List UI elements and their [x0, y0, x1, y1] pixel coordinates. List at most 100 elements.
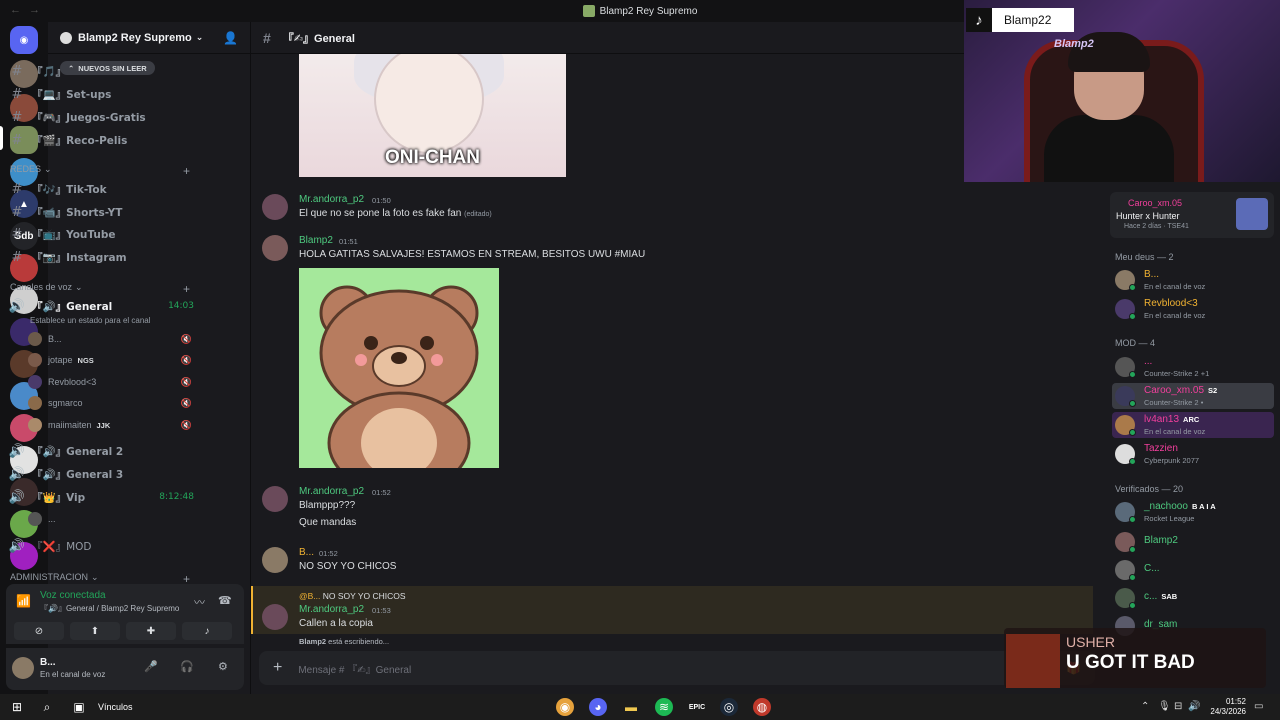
mic-muted-icon[interactable]: 🎤	[144, 660, 158, 673]
steam-icon[interactable]: ◎	[720, 698, 738, 716]
epic-games-icon[interactable]: EPIC	[688, 698, 706, 716]
screen-share-button[interactable]: ⬆	[70, 622, 120, 640]
voice-user[interactable]: sgmarco 🔇	[28, 394, 192, 412]
message-author[interactable]: Mr.andorra_p2	[299, 486, 364, 497]
soundboard-button[interactable]: ♪	[182, 622, 232, 640]
voice-user-name: sgmarco	[48, 398, 83, 408]
channel-shorts-yt[interactable]: # 『📹』Shorts-YT	[8, 202, 194, 222]
message-image-bear[interactable]	[299, 268, 499, 495]
member-row[interactable]: ... Counter-Strike 2 +1	[1112, 354, 1274, 380]
noise-suppression-icon[interactable]: 〰	[194, 594, 205, 610]
channel-reco-pelis[interactable]: # 『🎬』Reco-Pelis	[8, 130, 194, 150]
voice-channel-general[interactable]: 🔊 『🔊』General 14:03	[8, 296, 194, 316]
muted-icon: 🔇	[180, 397, 192, 408]
channel-youtube[interactable]: # 『📺』YouTube	[8, 224, 194, 244]
voice-user[interactable]: maiimaiten JJK 🔇	[28, 416, 192, 434]
member-name: Tazzien	[1144, 443, 1178, 454]
disconnect-icon[interactable]: ☎	[218, 594, 232, 607]
category-voice[interactable]: Canales de voz ⌄ +	[10, 282, 190, 296]
voice-user[interactable]: Revblood<3 🔇	[28, 373, 192, 391]
hash-icon: #	[11, 204, 23, 220]
member-row[interactable]: Blamp2	[1112, 529, 1274, 555]
voice-channel-path[interactable]: 『🔊』General / Blamp2 Rey Supremo	[40, 603, 179, 614]
channel-juegos-gratis[interactable]: # 『🎮』Juegos-Gratis	[8, 107, 194, 127]
gear-icon[interactable]: ⚙	[218, 660, 228, 673]
activities-button[interactable]: ✚	[126, 622, 176, 640]
avatar[interactable]	[262, 486, 288, 512]
add-channel-icon[interactable]: +	[183, 164, 190, 178]
spotify-icon[interactable]: ≋	[655, 698, 673, 716]
channel-music[interactable]: # 『🎵』	[8, 61, 194, 81]
task-view-icon[interactable]: ▣	[70, 698, 88, 716]
voice-user[interactable]: jotape NGS 🔇	[28, 351, 192, 369]
message-author[interactable]: Mr.andorra_p2	[299, 194, 364, 205]
attach-icon[interactable]: +	[273, 659, 282, 677]
track-title: U GOT IT BAD	[1066, 652, 1195, 673]
voice-user-name: Revblood<3	[48, 377, 97, 387]
network-icon[interactable]: ⊟	[1174, 701, 1182, 712]
reply-reference[interactable]: @B... NO SOY YO CHICOS	[299, 591, 406, 601]
search-icon[interactable]: ⌕	[38, 698, 56, 716]
online-dot	[1129, 458, 1136, 465]
message-author[interactable]: Mr.andorra_p2	[299, 604, 364, 615]
message-author[interactable]: B...	[299, 547, 314, 558]
camera-off-button[interactable]: ⊘	[14, 622, 64, 640]
nav-arrows[interactable]: ←→	[10, 4, 48, 16]
chevron-up-icon[interactable]: ⌃	[1141, 701, 1149, 712]
member-row[interactable]: Caroo_xm.05 S2 Counter-Strike 2 •	[1112, 383, 1274, 409]
voice-user[interactable]: B... 🔇	[28, 330, 192, 348]
voice-channel-general-2[interactable]: 🔊 『🔊』General 2	[8, 441, 194, 461]
member-name: Revblood<3	[1144, 298, 1198, 309]
windows-start-icon[interactable]: ⊞	[8, 698, 26, 716]
channel-instagram[interactable]: # 『📷』Instagram	[8, 247, 194, 267]
message-input[interactable]: + Mensaje # 『✍』General 🎁	[259, 651, 1095, 685]
voice-status[interactable]: Voz conectada	[40, 590, 106, 601]
activity-card[interactable]: Caroo_xm.05 Hunter x Hunter Hace 2 días …	[1110, 192, 1274, 238]
clan-tag: NGS	[77, 355, 94, 365]
avatar[interactable]	[12, 657, 34, 679]
channel-tiktok[interactable]: # 『🎶』Tik-Tok	[8, 179, 194, 199]
avatar[interactable]	[262, 235, 288, 261]
member-row[interactable]: c... SAB	[1112, 585, 1274, 611]
taskbar-links-label[interactable]: Vínculos	[98, 702, 133, 712]
file-explorer-icon[interactable]: ▬	[622, 698, 640, 716]
voice-channel-general-3[interactable]: 🔊 『🔊』General 3	[8, 464, 194, 484]
message-image-anime[interactable]: ONI-CHAN	[299, 54, 566, 177]
discord-home-icon[interactable]: ◉	[10, 26, 38, 54]
system-clock[interactable]: 01:52 24/3/2026	[1200, 697, 1246, 717]
notification-icon[interactable]: ▭	[1254, 701, 1263, 712]
volume-icon[interactable]: 🔊	[1188, 701, 1200, 712]
server-icon-small	[582, 5, 595, 17]
user-name[interactable]: B...	[40, 657, 56, 668]
member-row[interactable]: C...	[1112, 557, 1274, 583]
voice-channel-status[interactable]: Establece un estado para el canal	[30, 316, 151, 325]
tiktok-icon: ♪	[966, 8, 992, 32]
voice-channel-vip[interactable]: 🔊 『👑』Vip 8:12:48	[8, 487, 194, 507]
member-row[interactable]: Revblood<3 En el canal de voz	[1112, 296, 1274, 322]
chrome-icon[interactable]: ◉	[556, 698, 574, 716]
obs-icon[interactable]: ◍	[753, 698, 771, 716]
avatar[interactable]	[262, 547, 288, 573]
member-row[interactable]: B... En el canal de voz	[1112, 267, 1274, 293]
avatar[interactable]	[262, 194, 288, 220]
deafen-icon[interactable]: 🎧	[180, 660, 194, 673]
discord-taskbar-icon[interactable]: ◕	[589, 698, 607, 716]
message-input-placeholder[interactable]: Mensaje # 『✍』General	[298, 661, 411, 676]
invite-icon[interactable]: 👤	[223, 31, 238, 45]
guild-header[interactable]: Blamp2 Rey Supremo ⌄ 👤	[48, 22, 250, 54]
activity-time: Hace 2 días	[1124, 223, 1162, 230]
member-row[interactable]: _nachooo B A I A Rocket League	[1112, 499, 1274, 525]
voice-channel-mod[interactable]: 🔊 『❌』MOD	[8, 536, 194, 556]
voice-user[interactable]: ...	[28, 510, 192, 528]
channel-label: 『📺』YouTube	[32, 228, 116, 241]
channel-setups[interactable]: # 『💻』Set-ups	[8, 84, 194, 104]
add-channel-icon[interactable]: +	[183, 282, 190, 296]
message-author[interactable]: Blamp2	[299, 235, 333, 246]
channel-label: 『📷』Instagram	[32, 251, 127, 264]
category-redes[interactable]: REDES ⌄ +	[10, 164, 190, 178]
channel-label: 『🔊』General 2	[32, 445, 124, 458]
member-row[interactable]: Tazzien Cyberpunk 2077	[1112, 441, 1274, 467]
member-row[interactable]: lv4an13 ARC En el canal de voz	[1112, 412, 1274, 438]
mic-icon[interactable]: 🎙	[1158, 701, 1171, 712]
avatar[interactable]	[262, 604, 288, 630]
